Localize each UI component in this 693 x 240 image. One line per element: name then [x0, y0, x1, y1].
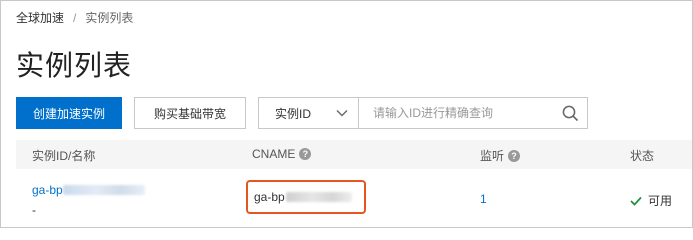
breadcrumb: 全球加速 / 实例列表 — [16, 9, 133, 26]
instance-name: - — [32, 203, 36, 217]
breadcrumb-separator: / — [73, 10, 77, 25]
chevron-down-icon — [336, 110, 348, 117]
redacted-text — [285, 192, 352, 202]
table-row: ga-bp - ga-bp 1 可用 — [16, 169, 692, 227]
column-header-instance: 实例ID/名称 — [32, 149, 96, 163]
instance-id-link[interactable]: ga-bp — [32, 183, 145, 197]
filter-select-value: 实例ID — [275, 106, 312, 121]
create-instance-button[interactable]: 创建加速实例 — [16, 97, 122, 129]
search-box — [358, 97, 588, 129]
cname-value: ga-bp — [254, 190, 285, 204]
status-badge: 可用 — [630, 192, 672, 209]
search-input[interactable] — [359, 98, 549, 128]
column-header-status: 状态 — [630, 149, 655, 163]
cname-highlight-box: ga-bp — [246, 180, 366, 214]
check-icon — [630, 196, 642, 206]
filter-select[interactable]: 实例ID — [258, 97, 358, 129]
breadcrumb-current: 实例列表 — [85, 11, 134, 25]
buy-bandwidth-button[interactable]: 购买基础带宽 — [134, 97, 246, 129]
status-text: 可用 — [648, 194, 673, 208]
column-header-listeners: 监听 ? — [480, 147, 521, 164]
breadcrumb-root[interactable]: 全球加速 — [16, 9, 64, 26]
toolbar: 创建加速实例 购买基础带宽 实例ID — [16, 97, 588, 129]
help-circle-icon[interactable]: ? — [299, 148, 312, 160]
listeners-count-link[interactable]: 1 — [480, 192, 487, 206]
search-group: 实例ID — [258, 97, 588, 129]
page-title: 实例列表 — [16, 50, 133, 81]
redacted-text — [62, 185, 145, 195]
table-header: 实例ID/名称 CNAME ? 监听 ? 状态 — [16, 140, 692, 169]
help-circle-icon[interactable]: ? — [508, 149, 521, 162]
search-icon[interactable] — [562, 105, 579, 122]
column-header-cname: CNAME ? — [252, 147, 312, 161]
